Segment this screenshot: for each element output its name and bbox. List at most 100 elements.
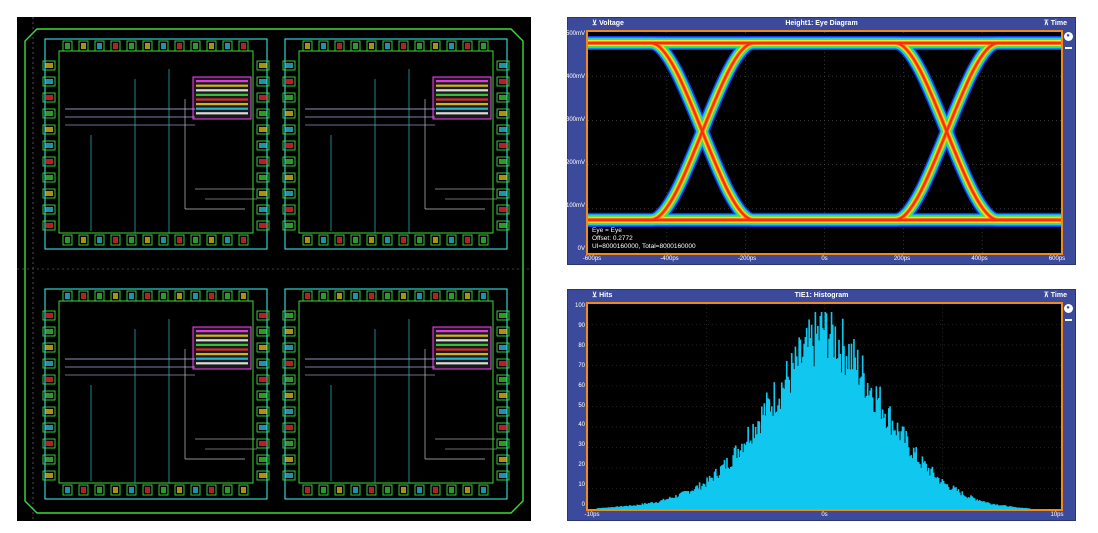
- io-pad-core: [499, 441, 507, 446]
- io-pad-core: [45, 79, 53, 84]
- io-pad-core: [241, 43, 246, 49]
- io-pad-core: [259, 79, 267, 84]
- io-pad-core: [285, 207, 293, 212]
- hist-y-tick-label: 90: [578, 322, 585, 329]
- io-pad-core: [225, 237, 230, 243]
- eye-trace-band: [588, 38, 1061, 225]
- io-pad-core: [129, 487, 134, 493]
- eye-x-tick-label: 600ps: [1048, 256, 1066, 262]
- io-pad-core: [285, 393, 293, 398]
- io-pad-core: [499, 393, 507, 398]
- logic-row: [196, 112, 248, 115]
- eye-y-tick-label: 100mV: [565, 203, 585, 209]
- hist-y-tick-label: 100: [574, 303, 585, 309]
- io-pad-core: [259, 159, 267, 164]
- io-pad-core: [337, 43, 342, 49]
- logic-row: [436, 107, 488, 110]
- io-pad-core: [45, 63, 53, 68]
- logic-row: [436, 103, 488, 106]
- io-pad-core: [285, 175, 293, 180]
- io-pad-core: [285, 409, 293, 414]
- io-pad-core: [499, 409, 507, 414]
- hist-plot-area[interactable]: [586, 302, 1063, 511]
- hist-y-tick-label: 0: [581, 502, 585, 508]
- logic-row: [196, 98, 248, 101]
- eye-trace-band: [588, 41, 1061, 222]
- eye-diagram-panel: ⊻ Voltage Height1: Eye Diagram ⊼ Time Eye…: [565, 17, 1076, 265]
- io-pad-core: [161, 487, 166, 493]
- minus-icon[interactable]: [1064, 47, 1072, 49]
- io-pad-core: [499, 377, 507, 382]
- io-pad-core: [193, 237, 198, 243]
- chip-quadrant: [42, 288, 270, 500]
- quadrant-ring: [44, 288, 268, 500]
- io-pad-core: [305, 237, 310, 243]
- io-pad-core: [45, 361, 53, 366]
- eye-trace-band: [588, 41, 1061, 221]
- histogram-bars: [588, 304, 1061, 509]
- hist-y-tick-label: 70: [578, 362, 585, 369]
- quadrant-ring: [284, 38, 508, 250]
- io-pad-core: [45, 207, 53, 212]
- io-pad-core: [433, 237, 438, 243]
- io-pad-core: [285, 441, 293, 446]
- io-pad-core: [45, 441, 53, 446]
- hist-title-bar: ⊻ Hits TIE1: Histogram ⊼ Time: [568, 290, 1075, 302]
- io-pad-core: [45, 473, 53, 478]
- eye-plot-area[interactable]: Eye = Eye Offset: 0.2772 UI=8000160000, …: [586, 30, 1063, 255]
- io-pad-core: [337, 237, 342, 243]
- eye-readout-line1: Eye = Eye: [592, 227, 622, 234]
- io-pad-core: [259, 361, 267, 366]
- io-pad-core: [241, 293, 246, 299]
- minus-icon[interactable]: [1064, 319, 1072, 321]
- io-pad-core: [285, 127, 293, 132]
- io-pad-core: [65, 293, 70, 299]
- io-pad-core: [499, 63, 507, 68]
- io-pad-core: [113, 237, 118, 243]
- eye-x-tick-label: -400ps: [660, 256, 679, 262]
- io-pad-core: [369, 43, 374, 49]
- io-pad-core: [45, 127, 53, 132]
- io-pad-core: [129, 237, 134, 243]
- io-pad-core: [193, 487, 198, 493]
- hist-bar-group: [596, 312, 1031, 509]
- logic-row: [436, 80, 488, 83]
- logic-row: [436, 112, 488, 115]
- hist-bar: [1028, 508, 1031, 509]
- io-pad-core: [97, 487, 102, 493]
- io-pad-core: [225, 293, 230, 299]
- hist-y-tick-label: 20: [578, 462, 585, 469]
- hist-y-tick-label: 50: [578, 402, 585, 409]
- hist-x-tick-label: -10ps: [584, 512, 600, 518]
- io-pad-core: [285, 313, 293, 318]
- x-axis-toggle-icon[interactable]: ⊼: [1044, 20, 1049, 27]
- io-pad-core: [259, 329, 267, 334]
- io-pad-core: [161, 43, 166, 49]
- io-pad-core: [259, 63, 267, 68]
- logic-row: [436, 89, 488, 92]
- logic-row: [436, 339, 488, 342]
- io-pad-core: [285, 223, 293, 228]
- io-pad-core: [401, 487, 406, 493]
- eye-x-tick-label: -200ps: [737, 256, 757, 262]
- io-pad-core: [45, 377, 53, 382]
- io-pad-core: [129, 293, 134, 299]
- io-pad-core: [481, 487, 486, 493]
- eye-x-tick-label: 400ps: [971, 256, 988, 262]
- eye-y-tick-label: 400mV: [565, 74, 585, 80]
- io-pad-core: [259, 473, 267, 478]
- hist-y-tick-label: 60: [578, 382, 585, 389]
- io-pad-core: [433, 487, 438, 493]
- io-pad-core: [259, 191, 267, 196]
- hist-control-icon[interactable]: ●: [1063, 304, 1073, 313]
- eye-trace-band: [588, 38, 1061, 225]
- io-pad-core: [45, 111, 53, 116]
- io-pad-core: [499, 425, 507, 430]
- logic-row: [196, 107, 248, 110]
- x-axis-toggle-icon[interactable]: ⊼: [1044, 292, 1049, 299]
- chip-quadrant: [42, 38, 270, 250]
- eye-control-icon[interactable]: ●: [1063, 32, 1073, 41]
- io-pad-core: [97, 237, 102, 243]
- eye-side-controls: ●: [1062, 32, 1074, 49]
- io-pad-core: [259, 425, 267, 430]
